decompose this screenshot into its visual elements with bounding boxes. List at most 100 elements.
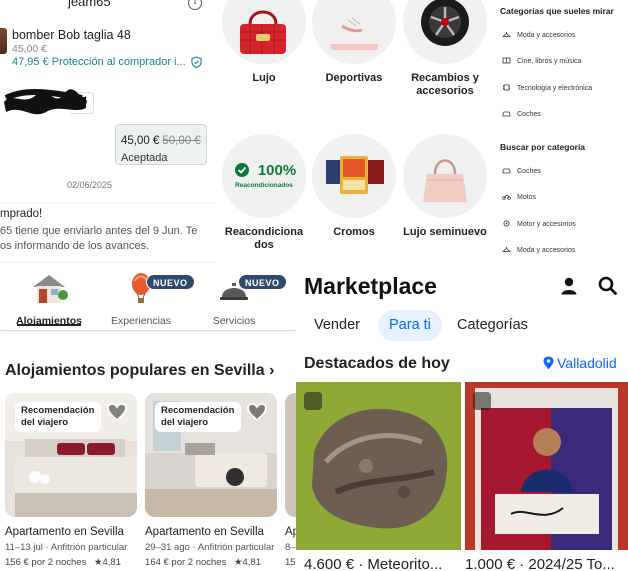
category-deportivas[interactable]: Deportivas [309,0,399,85]
listing-card[interactable]: Ap 8– 15 [285,393,296,568]
system-message-line: 65 tiene que enviarlo antes del 9 Jun. T… [0,225,198,237]
tab-label: Servicios [212,315,256,327]
location-pin-icon [543,356,554,370]
category-item[interactable]: Tecnología y electrónica [502,84,592,92]
product-card[interactable] [465,382,628,550]
category-item[interactable]: Cine, libros y música [502,57,582,65]
tab-label: Experiencias [110,315,172,327]
gear-icon [502,220,511,227]
sneaker-image [312,0,396,64]
listing-dates-host: 29–31 ago · Anfitrión particular [145,542,275,553]
location-selector[interactable]: Valladolid [543,355,617,371]
motorbike-icon [502,193,511,200]
section-title[interactable]: Alojamientos populares en Sevilla › [5,362,274,380]
chat-panel: jeam65 i bomber Bob taglia 48 45,00 € 47… [0,0,216,265]
heart-icon[interactable] [107,403,127,421]
item-thumbnail[interactable] [0,28,7,54]
category-item[interactable]: Motos [502,193,536,201]
category-label: Deportivas [325,72,383,84]
listing-name: Apartamento en Sevilla [145,526,264,538]
page-title: Marketplace [304,273,437,299]
car-icon [502,110,511,117]
category-recambios[interactable]: Recambios y accesorios [400,0,490,98]
chat-username[interactable]: jeam65 [68,0,111,9]
usual-categories-heading: Categorías que sueles mirar [500,6,614,16]
listing-dates-host: 8– [285,542,296,553]
heart-icon[interactable] [247,403,267,421]
info-icon[interactable]: i [188,0,202,10]
listing-tag-icon [473,392,491,410]
offer-new-price: 45,00 € [121,135,160,147]
listing-rating: ★4,81 [233,557,261,568]
category-grid-panel: Lujo Deportivas Recambios y accesorios 1… [216,0,496,265]
category-item[interactable]: Motor y accesorios [502,220,576,228]
listing-card[interactable]: Recomendación del viajero Apartamento en… [145,393,277,568]
trading-cards-image [312,134,396,218]
category-reacondicionados[interactable]: 100% Reacondicionados Reacondiciona dos [219,134,309,252]
offer-status: Aceptada [121,152,168,164]
listing-photo[interactable]: Recomendación del viajero [145,393,277,517]
listing-price-rating: 164 € por 2 noches ★4,81 [145,557,277,568]
bag-image [222,0,306,64]
profile-icon[interactable] [561,277,577,295]
guest-favorite-badge: Recomendación del viajero [15,402,101,432]
marketplace-panel: Marketplace Vender Para ti Categorías De… [296,265,628,571]
listing-name: Apartamento en Sevilla [5,526,124,538]
reacondicionados-badge: 100% Reacondicionados [222,134,306,218]
category-label: Lujo seminuevo [403,226,487,238]
category-label: Cromos [333,226,375,238]
shield-icon [191,56,202,68]
tab-para-ti[interactable]: Para ti [378,310,442,341]
category-label: Reacondiciona dos [224,226,304,251]
product-title[interactable]: 1.000 € · 2024/25 To... [465,556,615,571]
category-item[interactable]: Moda y accesorios [502,246,575,254]
search-category-heading: Buscar por categoría [500,142,586,152]
listing-rating: ★4,81 [93,557,121,568]
category-tabs: Alojamientos Experiencias NUEVO Servicio… [0,265,296,331]
section-title: Destacados de hoy [304,355,450,372]
redaction-scribble [4,89,86,115]
category-item[interactable]: Coches [502,167,541,175]
system-message-title: mprado! [0,208,43,220]
tab-vender[interactable]: Vender [303,310,371,341]
category-item[interactable]: Moda y accesorios [502,31,575,39]
category-cromos[interactable]: Cromos [309,134,399,239]
listing-photo[interactable]: Recomendación del viajero [5,393,137,517]
category-item[interactable]: Coches [502,110,541,118]
tab-categorias[interactable]: Categorías [446,310,539,341]
listing-card[interactable]: Recomendación del viajero Apartamento en… [5,393,137,568]
category-list-panel: Categorías que sueles mirar Moda y acces… [496,0,628,265]
badge-percent: 100% [258,162,296,179]
handbag-image [403,134,487,218]
offer-old-price: 50,00 € [162,135,201,147]
offer-card[interactable]: 45,00 €50,00 € Aceptada [115,124,207,165]
wheel-image [403,0,487,64]
listing-price-rating: 156 € por 2 noches ★4,81 [5,557,137,568]
system-message-line: os informando de los avances. [0,240,150,252]
listing-dates-host: 11–13 jul · Anfitrión particular [5,542,128,553]
buyer-protection-price[interactable]: 47,95 € Protección al comprador i... [12,56,186,68]
guest-favorite-badge: Recomendación del viajero [155,402,241,432]
chevron-right-icon: › [269,362,275,379]
category-label: Lujo [252,72,276,84]
hanger-icon [502,31,511,38]
item-title[interactable]: bomber Bob taglia 48 [12,28,131,42]
search-icon[interactable] [598,276,617,295]
airbnb-panel: Alojamientos Experiencias NUEVO Servicio… [0,265,296,571]
chip-icon [502,84,511,91]
category-label: Recambios y accesorios [411,72,479,97]
hanger-icon [502,246,511,253]
listing-price: 164 € por 2 noches [145,557,227,568]
listing-price: 156 € por 2 noches [5,557,87,568]
listing-photo[interactable] [285,393,296,517]
tab-alojamientos[interactable]: Alojamientos [0,271,98,327]
category-lujo[interactable]: Lujo [219,0,309,85]
product-title[interactable]: 4.600 € · Meteorito... [304,556,442,571]
message-date: 02/06/2025 [67,180,113,190]
product-card[interactable] [296,382,461,550]
category-lujo-seminuevo[interactable]: Lujo seminuevo [400,134,490,239]
listing-tag-icon [304,392,322,410]
listing-price: 15 [285,557,296,568]
book-icon [502,57,511,64]
system-message: mprado! 65 tiene que enviarlo antes del … [0,203,216,263]
